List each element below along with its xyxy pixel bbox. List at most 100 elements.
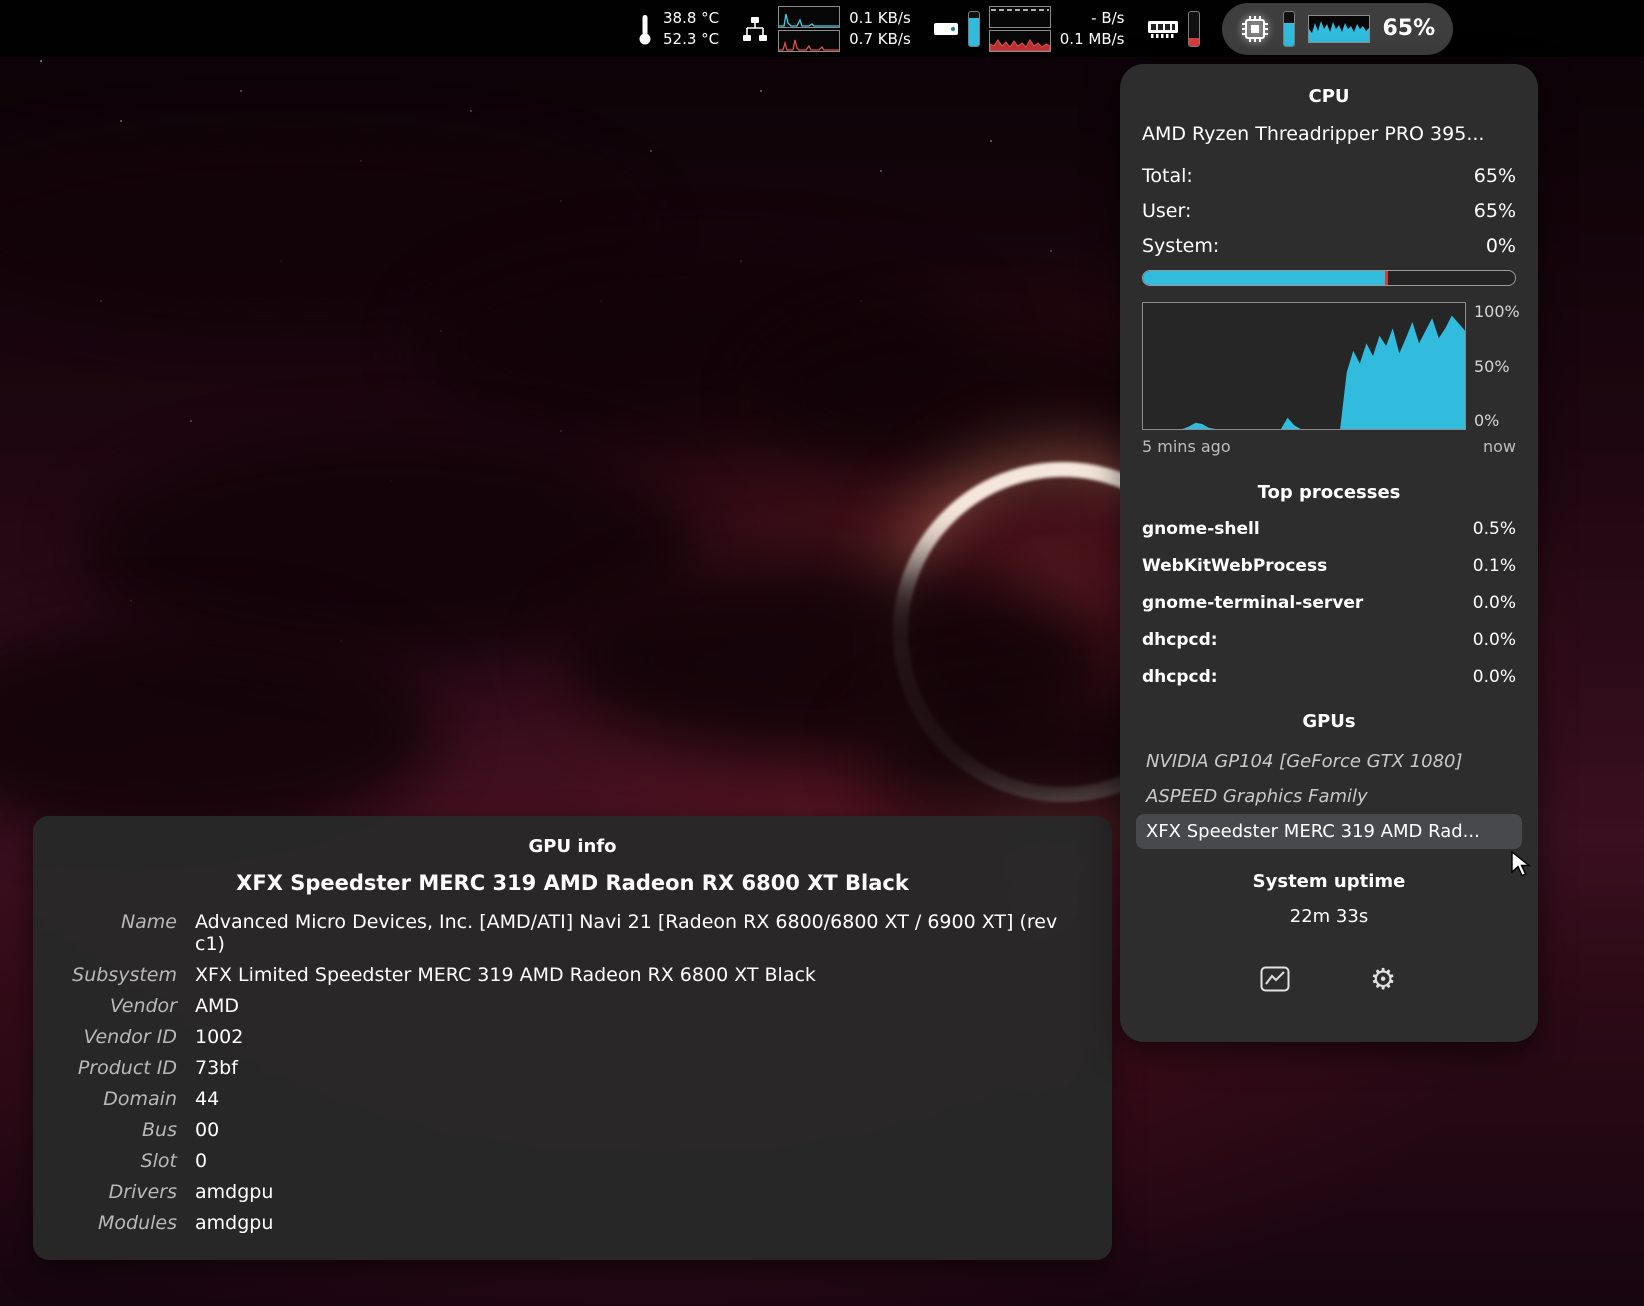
info-value: 73bf <box>195 1057 238 1079</box>
gear-icon: ⚙ <box>1370 961 1396 996</box>
settings-button[interactable]: ⚙ <box>1365 963 1401 995</box>
info-label: Modules <box>98 1212 177 1234</box>
desktop: 38.8 °C 52.3 °C 0.1 KB/s 0.7 KB/s - B/s … <box>0 0 1644 1306</box>
info-value: Advanced Micro Devices, Inc. [AMD/ATI] N… <box>195 911 1058 955</box>
cpu-user-row: User: 65% <box>1142 200 1516 222</box>
process-row: WebKitWebProcess 0.1% <box>1142 556 1516 576</box>
monitor-app-button[interactable] <box>1257 963 1293 995</box>
cpu-total-row: Total: 65% <box>1142 165 1516 187</box>
chart-window-icon <box>1260 966 1290 992</box>
cpu-usage-bar <box>1282 10 1295 47</box>
disk-read-rate: - B/s <box>1091 8 1125 27</box>
info-label: Name <box>120 911 177 933</box>
info-label: Slot <box>140 1150 177 1172</box>
gpu-list-item-xfx[interactable]: XFX Speedster MERC 319 AMD Rad... <box>1136 814 1522 849</box>
cpu-system-row: System: 0% <box>1142 235 1516 257</box>
process-value: 0.0% <box>1472 667 1516 687</box>
info-label: Vendor <box>109 995 177 1017</box>
gpu-info-popup: GPU info XFX Speedster MERC 319 AMD Rade… <box>33 816 1112 1260</box>
cpu-mini-graph <box>1307 14 1370 43</box>
net-up-rate: 0.7 KB/s <box>849 29 911 48</box>
process-name: dhcpcd: <box>1142 667 1218 687</box>
info-value: AMD <box>195 995 240 1017</box>
network-down-graph <box>778 5 841 28</box>
memory-icon <box>1147 20 1178 38</box>
cpu-percent-label: 65% <box>1382 16 1436 41</box>
gpus-title: GPUs <box>1302 711 1356 732</box>
disk-indicator[interactable]: - B/s 0.1 MB/s <box>933 5 1125 52</box>
process-value: 0.0% <box>1472 593 1516 613</box>
uptime-value: 22m 33s <box>1289 906 1369 927</box>
y-tick-50: 50% <box>1474 356 1510 376</box>
info-label: Subsystem <box>72 964 177 986</box>
disk-write-graph <box>988 29 1051 52</box>
info-value: 44 <box>195 1088 220 1110</box>
cpu-model-name: AMD Ryzen Threadripper PRO 395... <box>1142 123 1485 145</box>
y-tick-100: 100% <box>1474 302 1520 321</box>
cpu-user-value: 65% <box>1473 200 1516 222</box>
network-indicator[interactable]: 0.1 KB/s 0.7 KB/s <box>741 5 911 52</box>
process-row: dhcpcd: 0.0% <box>1142 667 1516 687</box>
time-start-label: 5 mins ago <box>1142 437 1231 456</box>
uptime-title: System uptime <box>1252 871 1406 892</box>
info-value: 0 <box>195 1150 208 1172</box>
cpu-user-label: User: <box>1142 200 1192 222</box>
top-processes-title: Top processes <box>1257 482 1401 503</box>
cpu-progress-fill <box>1143 271 1385 285</box>
process-row: gnome-shell 0.5% <box>1142 519 1516 539</box>
network-up-graph <box>778 29 841 52</box>
gpu-info-header: GPU info <box>528 836 617 857</box>
time-end-label: now <box>1482 437 1516 456</box>
temperature-indicator[interactable]: 38.8 °C 52.3 °C <box>636 9 719 49</box>
network-icon <box>743 16 768 41</box>
process-row: dhcpcd: 0.0% <box>1142 630 1516 650</box>
process-value: 0.5% <box>1472 519 1516 539</box>
cpu-section-title: CPU <box>1308 86 1350 107</box>
info-label: Domain <box>103 1088 177 1110</box>
cpu-history-graph: 100% 50% 0% <box>1142 302 1520 430</box>
process-name: dhcpcd: <box>1142 630 1218 650</box>
panel-actions: ⚙ <box>1142 963 1516 995</box>
memory-usage-bar <box>1187 10 1200 47</box>
gpu-list-item-nvidia[interactable]: NVIDIA GP104 [GeForce GTX 1080] <box>1136 744 1522 779</box>
cpu-history-x-axis: 5 mins ago now <box>1142 437 1516 456</box>
cpu-progress-bar <box>1142 270 1516 286</box>
temp-value-1: 38.8 °C <box>663 8 720 27</box>
info-label: Vendor ID <box>83 1026 177 1048</box>
cpu-chip-icon <box>1241 15 1268 42</box>
disk-read-graph <box>988 5 1051 28</box>
info-label: Bus <box>142 1119 177 1141</box>
memory-indicator[interactable] <box>1147 10 1200 47</box>
cpu-total-value: 65% <box>1473 165 1516 187</box>
gpu-info-table: Name Advanced Micro Devices, Inc. [AMD/A… <box>59 911 1086 1234</box>
system-monitor-panel: CPU AMD Ryzen Threadripper PRO 395... To… <box>1120 64 1538 1042</box>
info-value: XFX Limited Speedster MERC 319 AMD Radeo… <box>195 964 816 986</box>
info-label: Product ID <box>77 1057 177 1079</box>
gpu-info-title: XFX Speedster MERC 319 AMD Radeon RX 680… <box>236 871 909 895</box>
cpu-system-label: System: <box>1142 235 1220 257</box>
net-down-rate: 0.1 KB/s <box>849 8 911 27</box>
cpu-history-plot <box>1142 302 1466 430</box>
disk-write-rate: 0.1 MB/s <box>1059 29 1125 48</box>
process-value: 0.0% <box>1472 630 1516 650</box>
gpu-list-item-aspeed[interactable]: ASPEED Graphics Family <box>1136 779 1522 814</box>
info-label: Drivers <box>108 1181 177 1203</box>
disk-icon <box>933 22 958 35</box>
process-value: 0.1% <box>1472 556 1516 576</box>
y-tick-0: 0% <box>1474 411 1500 430</box>
cpu-total-label: Total: <box>1142 165 1193 187</box>
top-bar: 38.8 °C 52.3 °C 0.1 KB/s 0.7 KB/s - B/s … <box>0 0 1644 57</box>
cloud <box>760 320 1180 480</box>
system-indicators: 38.8 °C 52.3 °C 0.1 KB/s 0.7 KB/s - B/s … <box>636 0 1454 57</box>
info-value: 1002 <box>195 1026 244 1048</box>
process-name: gnome-shell <box>1142 519 1260 539</box>
thermometer-icon <box>639 14 651 44</box>
cpu-indicator[interactable]: 65% <box>1221 2 1454 55</box>
process-row: gnome-terminal-server 0.0% <box>1142 593 1516 613</box>
info-value: 00 <box>195 1119 220 1141</box>
temp-value-2: 52.3 °C <box>663 29 720 48</box>
process-name: WebKitWebProcess <box>1142 556 1328 576</box>
info-value: amdgpu <box>195 1212 274 1234</box>
stars <box>40 60 42 62</box>
info-value: amdgpu <box>195 1181 274 1203</box>
